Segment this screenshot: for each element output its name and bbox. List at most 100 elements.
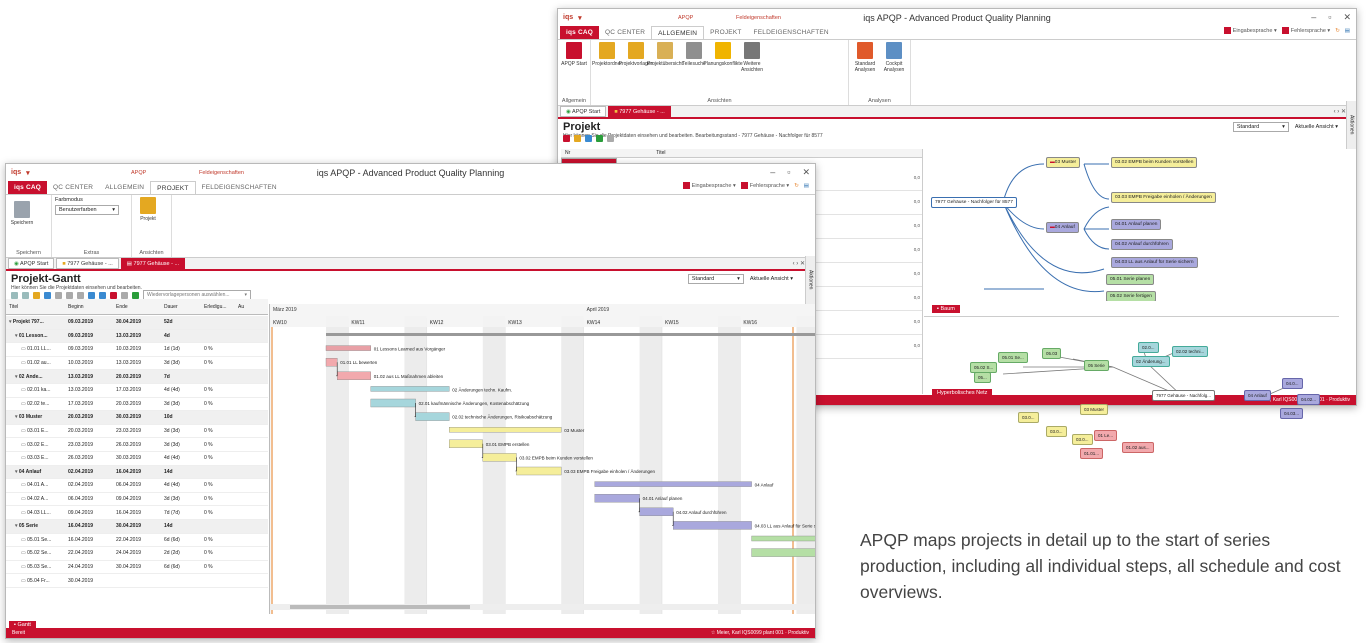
tab-qc-center[interactable]: QC CENTER [599, 26, 651, 39]
filter-icon[interactable] [132, 291, 139, 299]
tab-tree[interactable]: ▪ Baum [932, 305, 960, 313]
tab-feldeigenschaften[interactable]: FELDEIGENSCHAFTEN [196, 181, 283, 194]
color-mode-select[interactable]: Benutzerfarben ▾ [55, 205, 119, 215]
project-view-button[interactable]: Projekt [135, 197, 161, 222]
settings-icon[interactable]: ▤ [804, 183, 809, 189]
refresh-icon[interactable]: ↻ [794, 183, 799, 189]
current-view-menu[interactable]: Aktuelle Ansicht ▾ [1295, 124, 1338, 130]
mindmap-node[interactable]: 04.02 Anlauf durchführen [1111, 239, 1173, 250]
delete-icon[interactable] [607, 135, 614, 142]
doc-tab-gantt[interactable]: ▤ 7977 Gehäuse - ... [120, 258, 186, 269]
minimize-icon[interactable]: – [770, 167, 775, 178]
tab-nav-controls[interactable]: ‹ › ✕ [793, 260, 805, 267]
table-row[interactable]: ▭ 04.03 LL... 09.04.2019 16.04.2019 7d (7d)… [6, 506, 268, 520]
mindmap-node[interactable]: 04.01 Anlauf planen [1111, 219, 1162, 230]
outdent-icon[interactable] [66, 291, 73, 299]
tree-node[interactable]: 02.02 techni... [1172, 346, 1209, 357]
error-language-select[interactable]: Fehlersprache ▾ [1281, 27, 1330, 34]
today-icon[interactable] [110, 291, 117, 299]
edit-icon[interactable] [585, 135, 592, 142]
app-menu-icon[interactable]: iqs [11, 169, 21, 177]
tree-node[interactable]: 03 Muster [1080, 404, 1109, 415]
ribbon-button[interactable]: APQP Start [561, 42, 587, 67]
ribbon-button[interactable]: Standard Analysen [852, 42, 878, 73]
tree-node[interactable]: 05 Serie [1084, 360, 1109, 371]
indent-icon[interactable] [55, 291, 62, 299]
col-erledigung[interactable]: Erledigu... [204, 304, 238, 310]
input-language-select[interactable]: Eingabesprache ▾ [682, 182, 736, 189]
ribbon-button[interactable]: Teilesuche [681, 42, 707, 73]
mindmap-node[interactable]: 04.03 LL aus Anlauf für Serie sichern [1111, 257, 1198, 268]
qa-dropdown-icon[interactable]: ▾ [578, 14, 582, 22]
settings-icon[interactable]: ▤ [1345, 28, 1350, 34]
table-row[interactable]: ▭ 03.02 E... 23.03.2019 26.03.2019 3d (3d) 0… [6, 438, 268, 452]
minimize-icon[interactable]: – [1311, 12, 1316, 23]
close-icon[interactable]: ✕ [1343, 12, 1351, 23]
qa-dropdown-icon[interactable]: ▾ [26, 169, 30, 177]
tree-node[interactable]: 04.0... [1282, 378, 1303, 389]
doc-tab-project[interactable]: ■ 7977 Gehäuse - ... [608, 106, 671, 117]
tree-node[interactable]: 01.01... [1080, 448, 1104, 459]
tree-node[interactable]: 04.03... [1280, 408, 1304, 419]
table-row[interactable]: ▾ 03 Muster 20.03.2019 30.03.2019 10d [6, 411, 268, 425]
col-titel[interactable]: Titel [6, 304, 68, 310]
tree-node[interactable]: 02.0... [1138, 342, 1159, 353]
expand-icon[interactable] [11, 291, 18, 299]
table-row[interactable]: ▾ 01 Lesson... 09.03.2019 13.03.2019 4d [6, 329, 268, 344]
refresh-icon[interactable]: ↻ [1335, 28, 1340, 34]
doc-tab-apqp-start[interactable]: ◉ APQP Start [8, 258, 55, 269]
mindmap-node[interactable]: 03.02 EMPB beim Kunden vorstellen [1111, 157, 1198, 168]
ribbon-button[interactable]: Cockpit Analysen [881, 42, 907, 73]
save-button[interactable]: Speichern [9, 201, 35, 226]
tab-iqs-caq[interactable]: iqs CAQ [560, 26, 600, 39]
table-row[interactable]: ▭ 05.01 Se... 16.04.2019 22.04.2019 6d (6d)… [6, 534, 268, 548]
input-language-select[interactable]: Eingabesprache ▾ [1223, 27, 1277, 34]
table-row[interactable]: ▾ 05 Serie 16.04.2019 30.04.2019 14d [6, 520, 268, 534]
ribbon-button[interactable]: Weitere Ansichten [739, 42, 765, 73]
tree-node[interactable]: 01.02 aus... [1122, 442, 1154, 453]
table-row[interactable]: ▾ 02 Ände... 13.03.2019 20.03.2019 7d [6, 370, 268, 384]
current-view-menu[interactable]: Aktuelle Ansicht ▾ [750, 276, 793, 282]
tree-node[interactable]: 04 Anlauf [1244, 390, 1271, 401]
actions-side-tab[interactable]: Aktionen [1346, 101, 1356, 149]
link-icon[interactable] [77, 291, 84, 299]
mindmap-node-anlauf[interactable]: ▬04 Anlauf [1046, 222, 1079, 233]
table-row[interactable]: ▭ 03.01 E... 20.03.2019 23.03.2019 3d (3d) 0… [6, 425, 268, 439]
tab-iqs-caq[interactable]: iqs CAQ [8, 181, 48, 194]
tree-node[interactable]: 03.0... [1046, 426, 1067, 437]
zoom-out-icon[interactable] [99, 291, 106, 299]
export-icon[interactable] [44, 291, 51, 299]
tree-node[interactable]: 05.03 [1042, 348, 1062, 359]
col-ende[interactable]: Ende [116, 304, 164, 310]
table-row[interactable]: ▭ 05.03 Se... 24.04.2019 30.04.2019 6d (6d)… [6, 561, 268, 575]
app-menu-icon[interactable]: iqs [563, 14, 573, 22]
table-row[interactable]: ▭ 05.02 Se... 22.04.2019 24.04.2019 2d (2d)… [6, 547, 268, 561]
col-dauer[interactable]: Dauer [164, 304, 204, 310]
edit-icon[interactable] [33, 291, 40, 299]
tab-allgemein[interactable]: ALLGEMEIN [99, 181, 150, 194]
actions-side-tab[interactable]: Aktionen [805, 256, 815, 304]
view-select[interactable]: Standard ▾ [687, 274, 744, 284]
tab-qc-center[interactable]: QC CENTER [47, 181, 99, 194]
mindmap-node[interactable]: 05.01 Serie planen [1106, 274, 1155, 285]
tree-node[interactable]: 05... [974, 372, 991, 383]
table-row[interactable]: ▭ 01.01 LL... 09.03.2019 10.03.2019 1d (1d)… [6, 343, 268, 357]
tree-node[interactable]: 01 Le... [1094, 430, 1118, 441]
tree-node[interactable]: 05.01 Se... [998, 352, 1028, 363]
mindmap-node[interactable]: 03.03 EMPB Freigabe einholen / Änderunge… [1111, 192, 1216, 203]
maximize-icon[interactable]: ▫ [787, 167, 790, 178]
tab-feldeigenschaften[interactable]: FELDEIGENSCHAFTEN [748, 26, 835, 39]
tab-projekt[interactable]: PROJEKT [150, 181, 196, 194]
ribbon-button[interactable]: Projektordner [592, 42, 622, 73]
zoom-in-icon[interactable] [88, 291, 95, 299]
doc-tab-project[interactable]: ■ 7977 Gehäuse - ... [56, 258, 119, 269]
tab-nav-controls[interactable]: ‹ › ✕ [1334, 108, 1346, 115]
mindmap-root[interactable]: 7977 Gehäuse - Nachfolger für 8577 [931, 197, 1017, 208]
table-row[interactable]: ▭ 02.01 ka... 13.03.2019 17.03.2019 4d (4d)… [6, 384, 268, 398]
table-row[interactable]: ▾ Projekt 797... 09.03.2019 30.04.2019 52d [6, 316, 268, 330]
close-icon[interactable]: ✕ [802, 167, 810, 178]
table-row[interactable]: ▭ 01.02 au... 10.03.2019 13.03.2019 3d (3d)… [6, 357, 268, 371]
mindmap-node[interactable]: 05.02 Serie fertigen [1106, 291, 1156, 301]
tree-node[interactable]: 03.0... [1072, 434, 1093, 445]
table-row[interactable]: ▭ 02.02 te... 17.03.2019 20.03.2019 3d (3d)… [6, 398, 268, 412]
